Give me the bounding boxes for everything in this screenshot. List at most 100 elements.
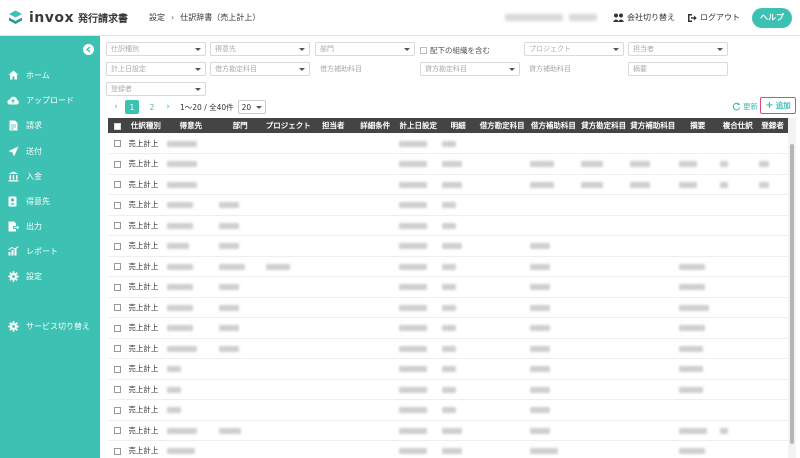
table-row[interactable]: 売上計上 xyxy=(108,379,788,400)
project-select[interactable]: プロジェクト xyxy=(524,42,624,56)
row-checkbox[interactable] xyxy=(108,358,127,380)
logout-link[interactable]: ログアウト xyxy=(687,12,740,23)
table-row[interactable]: 売上計上 xyxy=(108,194,788,216)
sidebar-item-send[interactable]: 送付 xyxy=(0,142,100,160)
page-size-select[interactable]: 20 xyxy=(237,100,266,114)
select-all-checkbox[interactable] xyxy=(108,118,127,133)
row-checkbox[interactable] xyxy=(108,194,127,216)
breadcrumb-settings[interactable]: 設定 xyxy=(149,12,165,23)
sidebar-item-customers[interactable]: 得意先 xyxy=(0,192,100,210)
col-detail-conditions[interactable]: 詳細条件 xyxy=(353,118,397,133)
col-line-items[interactable]: 明細 xyxy=(439,118,477,133)
row-checkbox[interactable] xyxy=(108,235,127,257)
department-select[interactable]: 部門 xyxy=(315,42,415,56)
table-row[interactable]: 売上計上 xyxy=(108,440,788,458)
debit-sub-input[interactable]: 借方補助科目 xyxy=(315,62,415,76)
col-posting-date[interactable]: 計上日設定 xyxy=(396,118,440,133)
refresh-button[interactable]: 更新 xyxy=(732,101,758,112)
add-label: 追加 xyxy=(775,101,791,110)
sidebar-collapse-button[interactable] xyxy=(83,44,94,55)
col-journal-type[interactable]: 仕訳種別 xyxy=(126,118,166,133)
sidebar-item-invoice[interactable]: 請求 xyxy=(0,116,100,134)
sidebar-item-report[interactable]: レポート xyxy=(0,242,100,260)
table-row[interactable]: 売上計上 xyxy=(108,297,788,318)
credit-sub-input[interactable]: 貸方補助科目 xyxy=(524,62,624,76)
next-page-button[interactable]: › xyxy=(162,102,174,112)
row-checkbox[interactable] xyxy=(108,276,127,298)
row-checkbox[interactable] xyxy=(108,420,127,441)
cell-redacted xyxy=(216,440,264,458)
table-scrollbar[interactable] xyxy=(788,118,796,458)
table-row[interactable]: 売上計上 xyxy=(108,235,788,257)
table-row[interactable]: 売上計上 xyxy=(108,358,788,380)
table-row[interactable]: 売上計上 xyxy=(108,399,788,421)
cell-redacted xyxy=(757,215,788,236)
debit-account-select[interactable]: 借方勘定科目 xyxy=(210,62,310,76)
row-checkbox[interactable] xyxy=(108,440,127,458)
sidebar-item-service-switch[interactable]: サービス切り替え xyxy=(0,317,100,335)
scrollbar-thumb[interactable] xyxy=(790,144,794,444)
table-row[interactable]: 売上計上 xyxy=(108,133,788,154)
include-sub-org-checkbox[interactable]: 配下の組織を含む xyxy=(420,45,490,56)
checkbox-box xyxy=(420,47,427,54)
journal-type-select[interactable]: 仕訳種別 xyxy=(106,42,206,56)
cell-redacted xyxy=(396,440,440,458)
registrant-select[interactable]: 登録者 xyxy=(106,82,206,96)
page-1-button[interactable]: 1 xyxy=(125,100,139,114)
table-row[interactable]: 売上計上 xyxy=(108,420,788,441)
switch-company-link[interactable]: 会社切り替え xyxy=(613,12,675,23)
col-person[interactable]: 担当者 xyxy=(312,118,354,133)
home-icon xyxy=(7,69,19,81)
person-select[interactable]: 担当者 xyxy=(628,42,728,56)
col-compound[interactable]: 複合仕訳 xyxy=(718,118,758,133)
col-customer[interactable]: 得意先 xyxy=(165,118,217,133)
app-logo[interactable]: invox 発行請求書 xyxy=(7,9,135,26)
row-checkbox[interactable] xyxy=(108,317,127,339)
col-registrant[interactable]: 登録者 xyxy=(757,118,788,133)
customer-select[interactable]: 得意先 xyxy=(210,42,310,56)
row-checkbox[interactable] xyxy=(108,297,127,318)
row-checkbox[interactable] xyxy=(108,379,127,400)
cell-redacted xyxy=(353,153,397,175)
row-checkbox[interactable] xyxy=(108,399,127,421)
sidebar-item-upload[interactable]: アップロード xyxy=(0,91,100,109)
row-checkbox[interactable] xyxy=(108,256,127,277)
sidebar-item-payment[interactable]: 入金 xyxy=(0,167,100,185)
col-project[interactable]: プロジェクト xyxy=(263,118,313,133)
cell-redacted xyxy=(439,399,477,421)
row-checkbox[interactable] xyxy=(108,215,127,236)
add-button[interactable]: + 追加 xyxy=(760,97,796,114)
col-debit-account[interactable]: 借方勘定科目 xyxy=(476,118,528,133)
row-checkbox[interactable] xyxy=(108,174,127,195)
posting-date-select[interactable]: 計上日設定 xyxy=(106,62,206,76)
col-credit-sub[interactable]: 貸方補助科目 xyxy=(628,118,678,133)
cell-redacted xyxy=(718,235,758,257)
row-checkbox[interactable] xyxy=(108,133,127,154)
table-row[interactable]: 売上計上 xyxy=(108,256,788,277)
table-row[interactable]: 売上計上 xyxy=(108,215,788,236)
col-credit-account[interactable]: 貸方勘定科目 xyxy=(579,118,629,133)
table-row[interactable]: 売上計上 xyxy=(108,317,788,339)
sidebar-item-output[interactable]: 出力 xyxy=(0,217,100,235)
cell-redacted xyxy=(527,256,579,277)
table-row[interactable]: 売上計上 xyxy=(108,338,788,359)
page-2-button[interactable]: 2 xyxy=(145,100,159,114)
table-row[interactable]: 売上計上 xyxy=(108,153,788,175)
cell-redacted xyxy=(312,440,354,458)
col-debit-sub[interactable]: 借方補助科目 xyxy=(527,118,579,133)
sidebar-item-home[interactable]: ホーム xyxy=(0,66,100,84)
sidebar-item-settings[interactable]: 設定 xyxy=(0,267,100,285)
cell-redacted xyxy=(757,194,788,216)
table-row[interactable]: 売上計上 xyxy=(108,174,788,195)
prev-page-button[interactable]: ‹ xyxy=(110,102,122,112)
summary-input[interactable]: 摘要 xyxy=(628,62,728,76)
col-department[interactable]: 部門 xyxy=(216,118,264,133)
credit-account-select[interactable]: 貸方勘定科目 xyxy=(420,62,520,76)
help-button[interactable]: ヘルプ xyxy=(752,7,792,28)
row-checkbox[interactable] xyxy=(108,338,127,359)
cell-redacted xyxy=(263,297,313,318)
col-summary[interactable]: 摘要 xyxy=(677,118,719,133)
row-checkbox[interactable] xyxy=(108,153,127,175)
table-row[interactable]: 売上計上 xyxy=(108,276,788,298)
cell-redacted xyxy=(476,420,528,441)
